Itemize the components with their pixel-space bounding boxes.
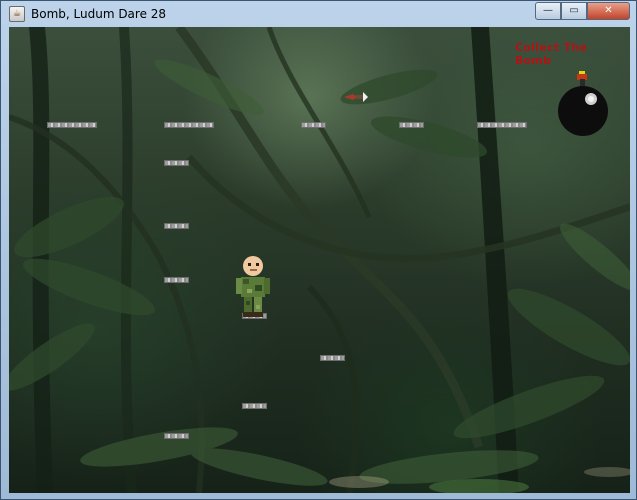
platform [164, 277, 189, 283]
java-cup-icon: ☕ [9, 6, 25, 22]
platform [399, 122, 424, 128]
maximize-button[interactable]: ▭ [561, 2, 587, 20]
platform [301, 122, 326, 128]
platform [164, 160, 189, 166]
close-button[interactable]: ✕ [587, 2, 630, 20]
platform [164, 433, 189, 439]
jungle-background [9, 27, 630, 493]
bird-sprite [344, 92, 368, 102]
platform [242, 403, 267, 409]
title-bar[interactable]: ☕ Bomb, Ludum Dare 28 — ▭ ✕ [1, 1, 636, 27]
game-window: ☕ Bomb, Ludum Dare 28 — ▭ ✕ Collect The … [0, 0, 637, 500]
platform [164, 223, 189, 229]
soldier-sprite[interactable] [235, 255, 271, 317]
window-title: Bomb, Ludum Dare 28 [31, 7, 167, 21]
minimize-button[interactable]: — [535, 2, 561, 20]
platform [164, 122, 214, 128]
platform [320, 355, 345, 361]
bomb-icon[interactable] [557, 71, 613, 137]
window-controls: — ▭ ✕ [535, 2, 630, 20]
objective-label: Collect The Bomb [515, 41, 588, 67]
game-canvas[interactable]: Collect The Bomb [9, 27, 630, 493]
platform [477, 122, 527, 128]
platform [47, 122, 97, 128]
